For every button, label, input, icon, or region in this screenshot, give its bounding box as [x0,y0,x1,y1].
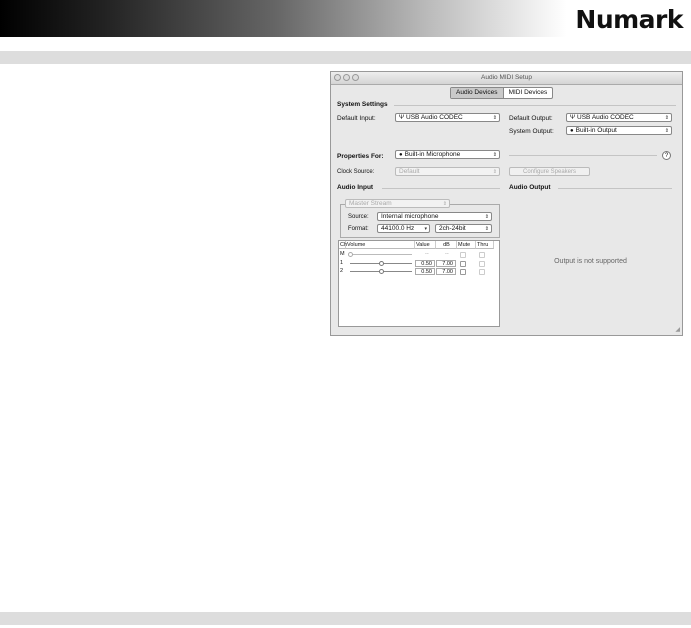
chevron-updown-icon: ⇕ [442,201,447,207]
row-2-thru-checkbox[interactable] [479,269,485,275]
row-2-mute-checkbox[interactable] [460,269,466,275]
system-output-label: System Output: [509,128,554,135]
default-input-label: Default Input: [337,115,376,122]
row-2-db[interactable]: 7.00 [436,268,456,275]
row-1-channel: 1 [340,260,344,266]
chevron-updown-icon: ⇕ [492,169,497,175]
row-1-value[interactable]: 0.50 [415,260,435,267]
source-value: Internal microphone [381,213,439,220]
chevron-updown-icon: ⇕ [484,214,489,220]
row-m-channel: M [340,251,345,257]
usb-icon: Ψ [570,115,576,121]
header-banner: Numark [0,0,691,37]
window-title: Audio MIDI Setup [481,74,532,81]
tab-midi-devices[interactable]: MIDI Devices [504,88,553,98]
properties-for-label: Properties For: [337,153,384,160]
audio-midi-setup-window: Audio MIDI Setup Audio Devices MIDI Devi… [330,71,683,336]
numark-logo: Numark [575,5,683,34]
help-icon[interactable]: ? [662,151,671,160]
source-label: Source: [348,214,369,220]
format-rate-value: 44100.0 Hz [381,225,415,232]
system-output-select[interactable]: ● Built-in Output ⇕ [566,126,672,135]
audio-input-heading: Audio Input [337,184,374,191]
format-bits-value: 2ch-24bit [439,225,466,232]
row-m-volume-slider[interactable] [348,252,353,257]
usb-icon: Ψ [399,115,405,121]
apple-icon: ● [399,152,403,158]
row-1-thru-checkbox[interactable] [479,261,485,267]
column-header-mute: Mute [457,241,476,249]
apple-icon: ● [570,128,574,134]
chevron-updown-icon: ⇕ [484,226,489,232]
column-header-db: dB [436,241,457,249]
stream-value: Master Stream [349,200,392,207]
chevron-down-icon: ▾ [424,226,427,232]
audio-input-rule [382,188,500,189]
row-1-volume-slider[interactable] [379,261,384,266]
audio-output-rule [558,188,672,189]
default-output-value: USB Audio CODEC [577,114,634,121]
default-input-value: USB Audio CODEC [406,114,463,121]
properties-for-value: Built-in Microphone [404,151,461,158]
system-settings-rule [394,105,676,106]
default-output-select[interactable]: Ψ USB Audio CODEC ⇕ [566,113,672,122]
properties-rule [509,155,657,156]
chevron-updown-icon: ⇕ [492,115,497,121]
clock-source-select[interactable]: Default ⇕ [395,167,500,176]
top-divider-bar [0,51,691,64]
audio-output-heading: Audio Output [509,184,551,191]
tab-audio-devices[interactable]: Audio Devices [451,88,504,98]
row-m-value: -- [425,251,429,257]
row-m-volume-track [350,254,412,255]
chevron-updown-icon: ⇕ [664,115,669,121]
bottom-divider-bar [0,612,691,625]
column-header-value: Value [415,241,436,249]
row-2-volume-slider[interactable] [379,269,384,274]
clock-source-label: Clock Source: [337,169,375,175]
default-output-label: Default Output: [509,115,553,122]
system-output-value: Built-in Output [575,127,617,134]
chevron-updown-icon: ⇕ [492,152,497,158]
channel-table: Ch Volume Value dB Mute Thru M -- -- 1 0… [338,240,500,327]
column-header-volume: Volume [346,241,415,249]
format-rate-select[interactable]: 44100.0 Hz ▾ [377,224,430,233]
properties-for-select[interactable]: ● Built-in Microphone ⇕ [395,150,500,159]
window-titlebar[interactable]: Audio MIDI Setup [331,72,682,85]
row-1-db[interactable]: 7.00 [436,260,456,267]
row-m-mute-checkbox[interactable] [460,252,466,258]
chevron-updown-icon: ⇕ [664,128,669,134]
device-tabs: Audio Devices MIDI Devices [450,87,554,99]
row-m-thru-checkbox[interactable] [479,252,485,258]
row-2-value[interactable]: 0.50 [415,268,435,275]
stream-select[interactable]: Master Stream ⇕ [345,199,450,208]
clock-source-value: Default [399,168,420,175]
configure-speakers-button[interactable]: Configure Speakers [509,167,590,176]
column-header-ch: Ch [339,241,348,249]
format-bits-select[interactable]: 2ch-24bit ⇕ [435,224,492,233]
source-select[interactable]: Internal microphone ⇕ [377,212,492,221]
format-label: Format: [348,226,369,232]
output-not-supported-message: Output is not supported [554,258,627,265]
row-m-db: -- [445,251,449,257]
column-header-thru: Thru [476,241,494,249]
system-settings-heading: System Settings [337,101,388,108]
row-1-mute-checkbox[interactable] [460,261,466,267]
resize-grip-icon[interactable]: ◢ [675,326,680,333]
default-input-select[interactable]: Ψ USB Audio CODEC ⇕ [395,113,500,122]
row-2-channel: 2 [340,268,344,274]
